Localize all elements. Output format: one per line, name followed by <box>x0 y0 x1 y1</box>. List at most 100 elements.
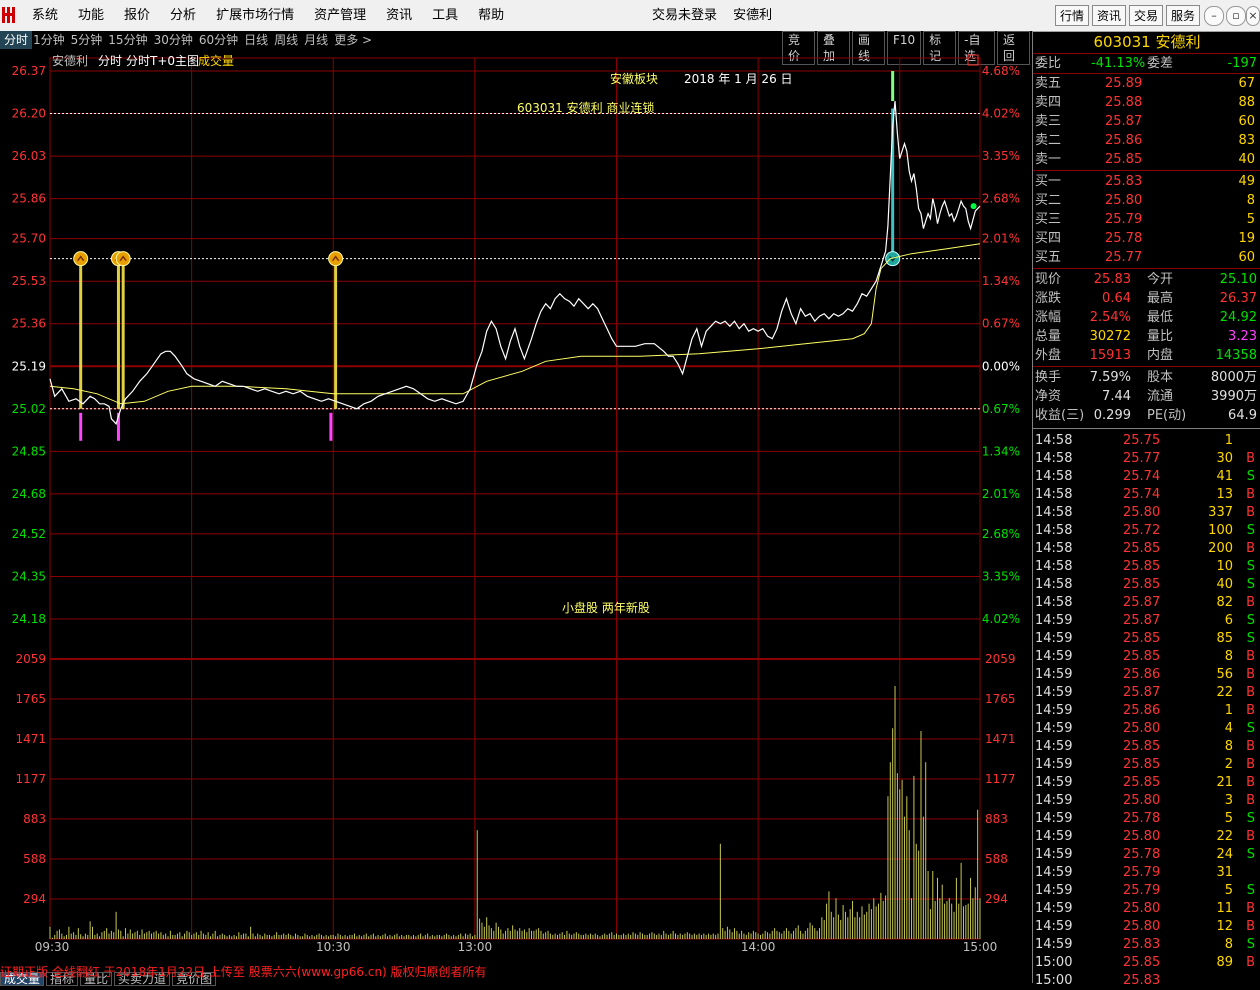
tick-direction: B <box>1246 667 1255 682</box>
tick-time: 14:59 <box>1035 613 1073 628</box>
buy-signal-icon[interactable] <box>73 251 89 267</box>
ask-label: 卖三 <box>1035 114 1062 129</box>
bid-label: 买四 <box>1035 231 1062 246</box>
volume-tick: 1765 <box>15 692 46 706</box>
tab-intraday[interactable]: 分时 <box>0 31 33 49</box>
ask-row[interactable]: 卖五 25.89 67 <box>1033 74 1260 93</box>
menu-news[interactable]: 资讯 <box>376 0 422 31</box>
stat-value: 15913 <box>1089 348 1131 363</box>
ask-price: 25.87 <box>1105 114 1143 129</box>
buy-signal-icon[interactable] <box>328 251 344 267</box>
price-tick: 24.85 <box>12 444 46 458</box>
tick-volume: 56 <box>1216 667 1233 682</box>
price-tick: 26.03 <box>12 149 46 163</box>
bid-row[interactable]: 买一 25.83 49 <box>1033 172 1260 191</box>
chart-expand-icon[interactable] <box>967 54 979 66</box>
menu-quote[interactable]: 报价 <box>114 0 160 31</box>
trade-button[interactable]: 交易 <box>1129 5 1164 26</box>
tick-price: 25.87 <box>1123 613 1161 628</box>
ask-price: 25.85 <box>1105 152 1143 167</box>
tick-time: 14:59 <box>1035 919 1073 934</box>
bid-row[interactable]: 买二 25.80 8 <box>1033 191 1260 210</box>
menu-help[interactable]: 帮助 <box>468 0 514 31</box>
tick-time: 14:59 <box>1035 829 1073 844</box>
menu-analysis[interactable]: 分析 <box>160 0 206 31</box>
fundamental-stats: 换手 7.59% 股本 8000万 净资 7.44 流通 3990万 收益(三) 0.299 PE(… <box>1033 368 1260 425</box>
service-button[interactable]: 服务 <box>1166 5 1201 26</box>
price-tick: 24.35 <box>12 569 46 583</box>
tab-15min[interactable]: 15分钟 <box>108 31 152 49</box>
news-button[interactable]: 资讯 <box>1092 5 1127 26</box>
restore-icon[interactable]: ▫ <box>1226 6 1246 26</box>
tab-more[interactable]: 更多 > <box>334 31 377 49</box>
price-line <box>49 100 981 425</box>
ask-row[interactable]: 卖三 25.87 60 <box>1033 112 1260 131</box>
stat-label: 今开 <box>1147 272 1174 287</box>
quote-button[interactable]: 行情 <box>1055 5 1090 26</box>
app-logo-icon <box>2 7 15 23</box>
sell-signal-icon[interactable] <box>885 251 901 267</box>
intraday-chart[interactable]: 26.37 26.20 26.03 25.86 25.70 25.53 25.36 25.19… <box>0 51 1032 965</box>
price-axis: 26.37 26.20 26.03 25.86 25.70 25.53 25.36 25.19… <box>12 64 46 626</box>
buy-signal-icon[interactable] <box>115 251 131 267</box>
tick-row: 15:00 25.85 89 B <box>1033 954 1260 972</box>
ask-volume: 83 <box>1238 133 1255 148</box>
tick-time: 14:59 <box>1035 793 1073 808</box>
chart-mode[interactable]: 分时 <box>98 54 122 68</box>
volume-tick-right: 1177 <box>985 772 1016 786</box>
tick-time: 14:58 <box>1035 487 1073 502</box>
tick-volume: 8 <box>1224 937 1233 952</box>
tab-60min[interactable]: 60分钟 <box>199 31 243 49</box>
tick-time: 15:00 <box>1035 955 1073 970</box>
menu-system[interactable]: 系统 <box>22 0 68 31</box>
tab-monthly[interactable]: 月线 <box>304 31 333 49</box>
tick-direction: S <box>1246 937 1255 952</box>
ask-row[interactable]: 卖一 25.85 40 <box>1033 150 1260 169</box>
ask-row[interactable]: 卖二 25.86 83 <box>1033 131 1260 150</box>
tick-volume: 89 <box>1216 955 1233 970</box>
tick-row: 14:58 25.85 10 S <box>1033 558 1260 576</box>
bid-row[interactable]: 买四 25.78 19 <box>1033 229 1260 248</box>
tab-30min[interactable]: 30分钟 <box>154 31 198 49</box>
tab-5min[interactable]: 5分钟 <box>71 31 108 49</box>
trade-login-status[interactable]: 交易未登录 <box>652 8 717 23</box>
menu-ext-market[interactable]: 扩展市场行情 <box>206 0 304 31</box>
bid-row[interactable]: 买五 25.77 60 <box>1033 248 1260 267</box>
tick-direction: B <box>1246 757 1255 772</box>
stat-label: 最高 <box>1147 291 1174 306</box>
tick-volume: 22 <box>1216 685 1233 700</box>
tick-row: 14:59 25.85 8 B <box>1033 648 1260 666</box>
tab-daily[interactable]: 日线 <box>244 31 273 49</box>
signal-markers <box>50 71 980 441</box>
stock-info-label: 603031 安德利 商业连锁 <box>517 100 654 115</box>
menu-asset[interactable]: 资产管理 <box>304 0 376 31</box>
stock-tag-label: 小盘股 两年新股 <box>562 600 650 615</box>
tick-price: 25.78 <box>1123 847 1161 862</box>
stat-value: 25.10 <box>1219 272 1257 287</box>
percent-tick: 0.67% <box>982 317 1020 331</box>
tick-row: 14:59 25.78 24 S <box>1033 846 1260 864</box>
bid-row[interactable]: 买三 25.79 5 <box>1033 210 1260 229</box>
minimize-icon[interactable]: – <box>1204 6 1224 26</box>
tab-1min[interactable]: 1分钟 <box>33 31 70 49</box>
tick-volume: 5 <box>1224 811 1233 826</box>
tab-weekly[interactable]: 周线 <box>274 31 303 49</box>
menu-function[interactable]: 功能 <box>68 0 114 31</box>
fund-label: 流通 <box>1147 389 1174 404</box>
tick-time: 14:59 <box>1035 937 1073 952</box>
tick-direction: B <box>1246 487 1255 502</box>
ask-row[interactable]: 卖四 25.88 88 <box>1033 93 1260 112</box>
stat-row: 总量 30272 量比 3.23 <box>1033 327 1260 346</box>
tick-list[interactable]: 14:58 25.75 1 14:58 25.77 30 B 14:58 25.74 41 S 14:… <box>1033 432 1260 990</box>
tick-row: 14:59 25.80 22 B <box>1033 828 1260 846</box>
tick-row: 14:58 25.80 337 B <box>1033 504 1260 522</box>
tick-time: 14:59 <box>1035 631 1073 646</box>
chart-submode[interactable]: 分时T+0主图 <box>126 54 199 68</box>
tick-price: 25.74 <box>1123 469 1161 484</box>
tick-time: 14:58 <box>1035 433 1073 448</box>
menu-tools[interactable]: 工具 <box>422 0 468 31</box>
close-icon[interactable]: × <box>1246 6 1260 26</box>
percent-tick: 0.00% <box>982 359 1020 373</box>
chart-frame <box>49 57 981 940</box>
tick-row: 14:59 25.80 3 B <box>1033 792 1260 810</box>
